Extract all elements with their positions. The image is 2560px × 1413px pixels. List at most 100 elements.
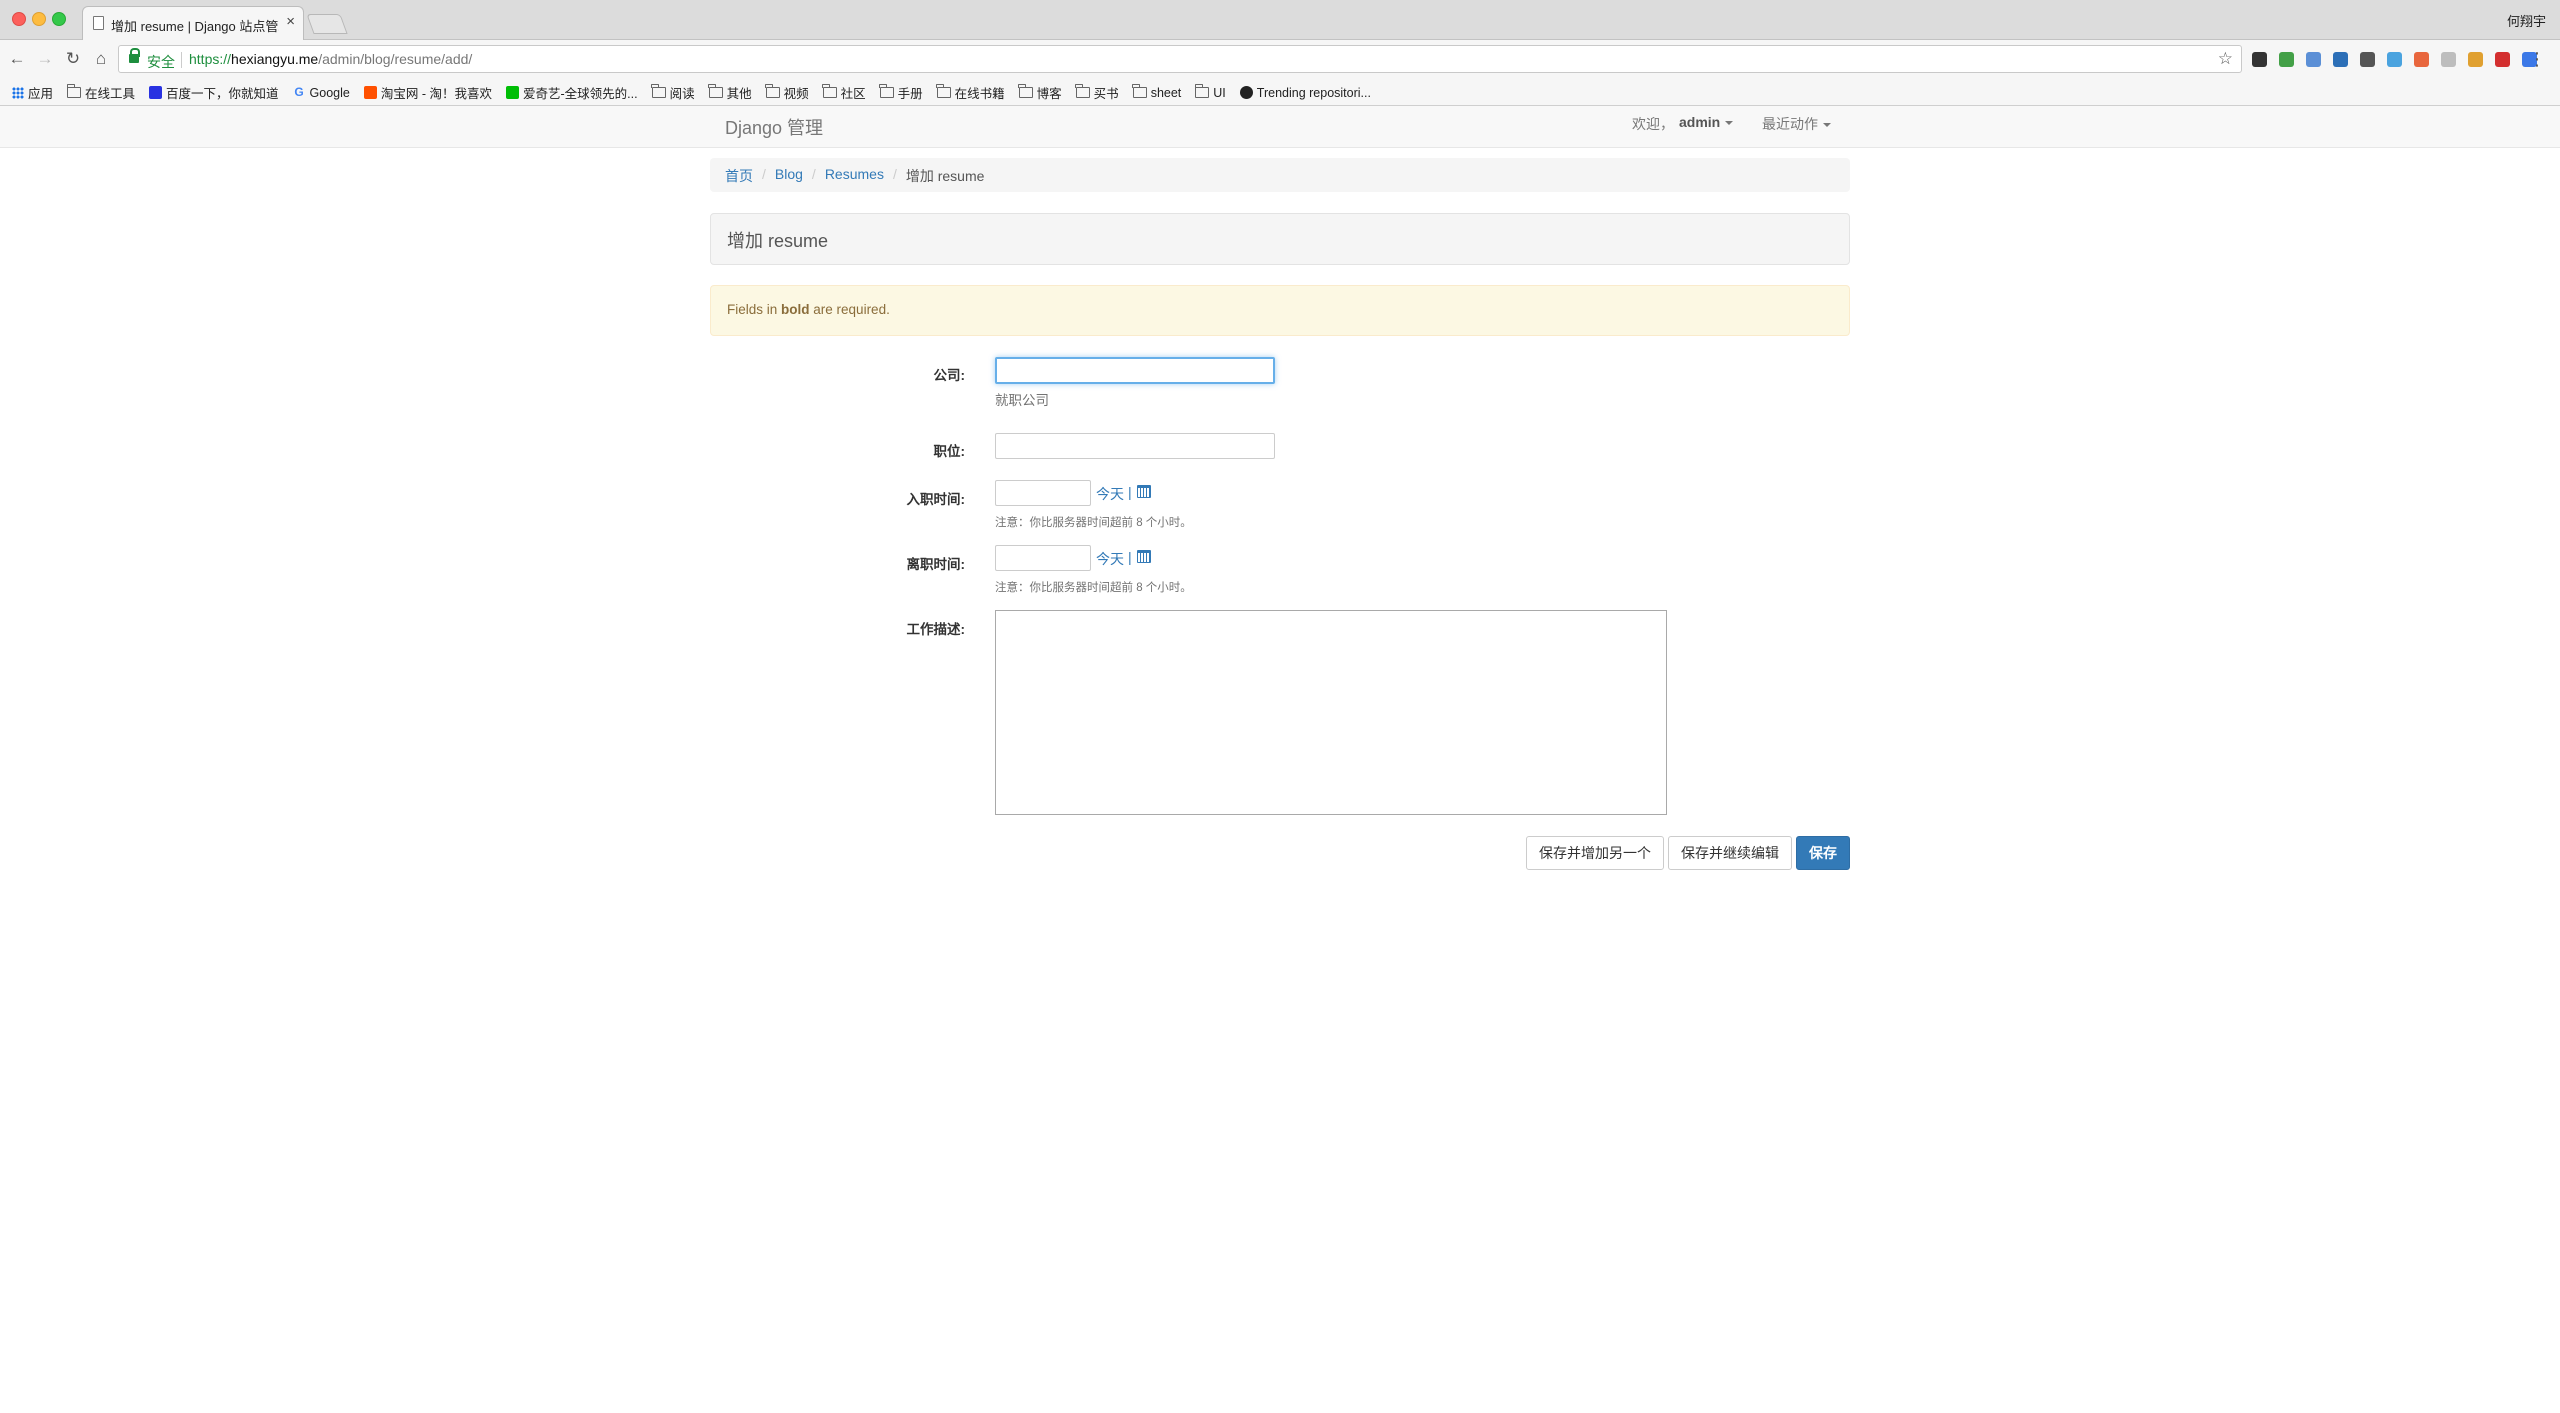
bookmark-label: 博客: [1036, 87, 1062, 101]
bookmark-item[interactable]: 阅读: [651, 83, 695, 102]
folder-icon: [1018, 84, 1033, 98]
save-continue-button[interactable]: 保存并继续编辑: [1668, 836, 1792, 870]
url-host: hexiangyu.me: [231, 51, 319, 67]
bookmark-label: 应用: [28, 87, 54, 101]
bookmark-item[interactable]: G Google: [293, 85, 350, 100]
bookmark-label: 阅读: [669, 87, 695, 101]
minimize-window-button[interactable]: [32, 12, 46, 26]
start-date-today-link[interactable]: 今天: [1096, 484, 1124, 504]
bookmark-label: 其他: [726, 87, 752, 101]
folder-icon: [651, 84, 666, 98]
browser-menu-icon[interactable]: ⋮: [2528, 48, 2546, 70]
url-divider: [181, 52, 182, 68]
browser-extension-icon[interactable]: [2333, 52, 2348, 67]
browser-extension-icon[interactable]: [2495, 52, 2510, 67]
breadcrumb-model[interactable]: Resumes: [825, 166, 884, 184]
admin-navbar: Django 管理 欢迎， admin 最近动作: [0, 106, 2560, 148]
position-input[interactable]: [995, 433, 1275, 459]
bookmark-label: Google: [309, 85, 350, 100]
browser-extension-icon[interactable]: [2306, 52, 2321, 67]
maximize-window-button[interactable]: [52, 12, 66, 26]
folder-icon: [765, 84, 780, 98]
end-date-input[interactable]: [995, 545, 1091, 571]
lock-icon: [129, 48, 140, 63]
end-date-label: 离职时间:: [906, 557, 966, 572]
bookmark-item[interactable]: 社区: [822, 83, 866, 102]
forward-arrow-icon[interactable]: →: [34, 48, 56, 70]
description-label: 工作描述:: [906, 622, 966, 637]
back-arrow-icon[interactable]: ←: [6, 48, 28, 70]
bookmark-item[interactable]: 百度一下，你就知道: [149, 83, 279, 102]
browser-extension-icon[interactable]: [2441, 52, 2456, 67]
tab-close-icon[interactable]: ×: [286, 14, 295, 30]
reload-icon[interactable]: ↻: [62, 48, 84, 70]
url-text[interactable]: https://hexiangyu.me/admin/blog/resume/a…: [189, 51, 472, 67]
close-window-button[interactable]: [12, 12, 26, 26]
calendar-icon[interactable]: [1137, 550, 1151, 563]
bookmark-label: 淘宝网 - 淘！我喜欢: [380, 87, 492, 101]
bookmark-item[interactable]: 应用: [12, 83, 53, 102]
browser-extension-icon[interactable]: [2468, 52, 2483, 67]
taobao-icon: [363, 86, 377, 99]
bookmark-item[interactable]: Trending repositori...: [1239, 85, 1371, 100]
bookmark-item[interactable]: 买书: [1075, 83, 1119, 102]
user-name: admin: [1679, 114, 1721, 130]
browser-extension-icon[interactable]: [2252, 52, 2267, 67]
alert-prefix: Fields in: [727, 302, 782, 317]
bookmark-item[interactable]: 在线书籍: [936, 83, 1005, 102]
breadcrumb-app[interactable]: Blog: [775, 166, 803, 184]
welcome-text: 欢迎，: [1632, 116, 1674, 132]
company-input[interactable]: [995, 357, 1275, 384]
bookmark-label: 社区: [840, 87, 866, 101]
breadcrumb-current: 增加 resume: [905, 168, 985, 184]
bookmark-label: Trending repositori...: [1256, 85, 1371, 100]
browser-extension-icon[interactable]: [2360, 52, 2375, 67]
browser-tab-bar: 增加 resume | Django 站点管理 × 何翔宇: [0, 0, 2560, 41]
bookmark-label: 百度一下，你就知道: [166, 87, 279, 101]
description-textarea[interactable]: [995, 610, 1667, 815]
calendar-icon[interactable]: [1137, 485, 1151, 498]
bookmark-label: 在线工具: [85, 87, 136, 101]
save-add-another-button[interactable]: 保存并增加另一个: [1526, 836, 1664, 870]
bookmark-item[interactable]: sheet: [1132, 84, 1182, 100]
bookmark-item[interactable]: UI: [1194, 84, 1226, 100]
url-path: /admin/blog/resume/add/: [318, 51, 473, 67]
bookmark-star-icon[interactable]: ☆: [2218, 49, 2233, 69]
folder-icon: [1132, 84, 1147, 98]
home-icon[interactable]: ⌂: [90, 48, 112, 70]
bookmark-label: 在线书籍: [954, 87, 1005, 101]
iqiyi-icon: [505, 86, 519, 99]
required-fields-alert: Fields in bold are required.: [710, 285, 1850, 336]
start-date-input[interactable]: [995, 480, 1091, 506]
browser-tab-active[interactable]: 增加 resume | Django 站点管理 ×: [82, 6, 304, 41]
folder-icon: [66, 84, 82, 98]
bookmark-item[interactable]: 其他: [708, 83, 752, 102]
bookmark-item[interactable]: 在线工具: [66, 83, 136, 102]
position-label: 职位:: [933, 444, 966, 459]
bookmark-item[interactable]: 淘宝网 - 淘！我喜欢: [363, 83, 492, 102]
bookmark-item[interactable]: 博客: [1018, 83, 1062, 102]
browser-profile-name[interactable]: 何翔宇: [2507, 11, 2546, 30]
browser-extension-icon[interactable]: [2279, 52, 2294, 67]
google-icon: G: [294, 85, 304, 99]
end-date-timezone-note: 注意：你比服务器时间超前 8 个小时。: [995, 582, 1192, 594]
bookmark-item[interactable]: 视频: [765, 83, 809, 102]
user-menu[interactable]: admin: [1679, 114, 1734, 130]
breadcrumb: 首页 / Blog / Resumes / 增加 resume: [710, 158, 1850, 192]
end-date-today-link[interactable]: 今天: [1096, 549, 1124, 569]
caret-down-icon: [1725, 121, 1734, 126]
browser-extension-icon[interactable]: [2414, 52, 2429, 67]
bookmark-label: sheet: [1150, 85, 1182, 100]
bookmark-item[interactable]: 手册: [879, 83, 923, 102]
bookmark-item[interactable]: 爱奇艺-全球领先的...: [505, 83, 638, 102]
recent-actions-menu[interactable]: 最近动作: [1762, 114, 1831, 134]
end-date-separator: |: [1128, 549, 1132, 565]
extension-icons: [2252, 52, 2537, 68]
breadcrumb-home[interactable]: 首页: [725, 166, 753, 184]
bookmark-label: 买书: [1093, 87, 1119, 101]
site-brand[interactable]: Django 管理: [725, 114, 823, 140]
address-bar[interactable]: 安全 https://hexiangyu.me/admin/blog/resum…: [118, 45, 2242, 73]
new-tab-button[interactable]: [306, 14, 348, 34]
save-button[interactable]: 保存: [1796, 836, 1850, 870]
browser-extension-icon[interactable]: [2387, 52, 2402, 67]
